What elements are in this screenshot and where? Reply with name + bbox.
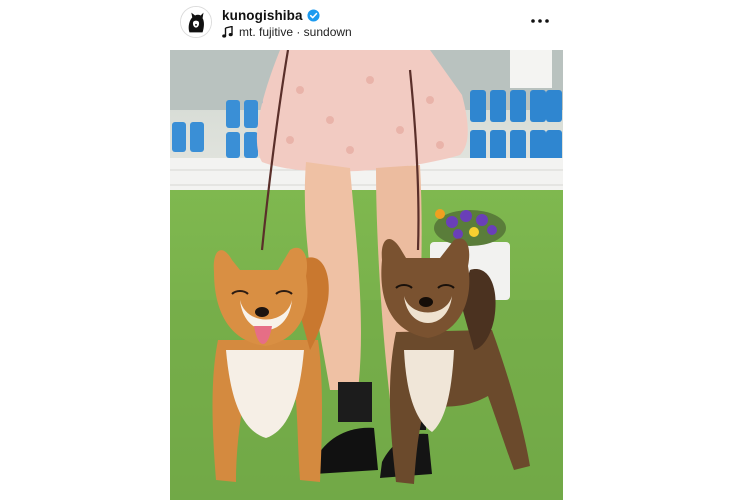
- photo-two-shiba-dogs: [170, 50, 563, 500]
- more-options-icon: [531, 19, 549, 23]
- shiba-avatar-icon: [181, 7, 211, 37]
- username-link[interactable]: kunogishiba: [222, 8, 303, 23]
- post-view: kunogishiba mt. fujitive · sundown: [0, 0, 750, 500]
- username-row: kunogishiba: [222, 7, 320, 23]
- music-note-icon: [222, 25, 233, 38]
- verified-badge-icon: [307, 8, 320, 22]
- profile-avatar[interactable]: [180, 6, 212, 38]
- post-header: kunogishiba mt. fujitive · sundown: [170, 0, 563, 48]
- more-options-button[interactable]: [529, 12, 551, 30]
- audio-label: mt. fujitive · sundown: [239, 24, 352, 39]
- audio-track[interactable]: mt. fujitive · sundown: [222, 24, 352, 39]
- post-photo[interactable]: [170, 50, 563, 500]
